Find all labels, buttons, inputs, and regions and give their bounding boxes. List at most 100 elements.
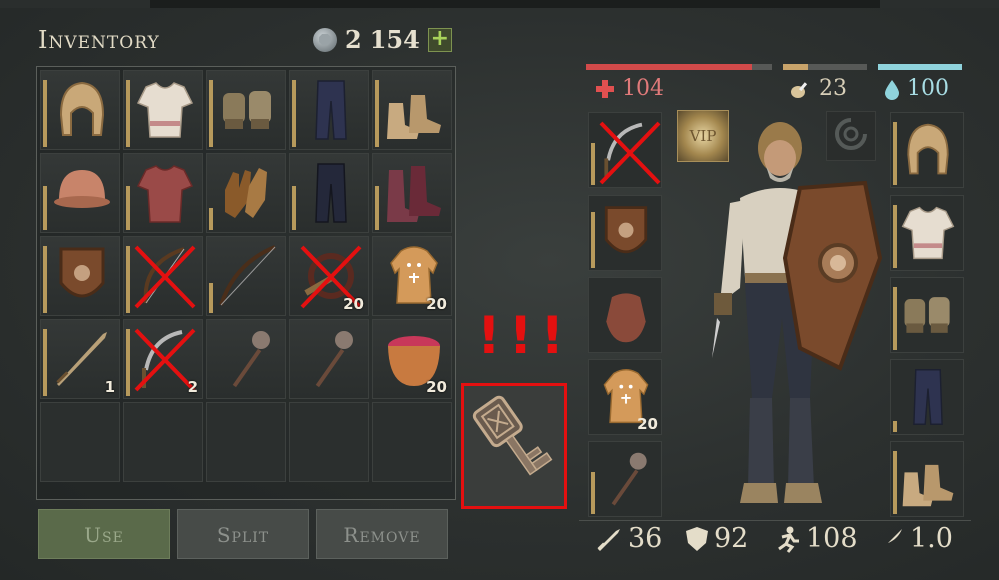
- empty-slot[interactable]: [123, 402, 203, 482]
- durability-bar: [43, 329, 47, 396]
- pouch-icon: [606, 293, 646, 343]
- inventory-slot[interactable]: [123, 236, 203, 316]
- water-drop-icon: [885, 79, 899, 100]
- shield-prop: [782, 180, 883, 371]
- inventory-slot[interactable]: [206, 153, 286, 233]
- shield-icon: [604, 206, 648, 254]
- equipment-slot-right[interactable]: [890, 195, 964, 271]
- durability-bar: [126, 80, 130, 147]
- boots-icon: [902, 464, 954, 507]
- inventory-grid: 20 20 1 2 20: [40, 70, 452, 482]
- inventory-slot[interactable]: 20: [289, 236, 369, 316]
- water-stat: 100: [883, 76, 949, 101]
- attack-stat: 36: [594, 523, 662, 554]
- empty-slot[interactable]: [206, 402, 286, 482]
- inventory-slot[interactable]: [123, 70, 203, 150]
- durability-bar: [292, 186, 296, 230]
- mace-icon: [232, 331, 270, 388]
- hood-icon: [907, 123, 949, 175]
- pants-icon: [315, 80, 347, 140]
- inventory-slot[interactable]: [206, 319, 286, 399]
- equipment-slot-left[interactable]: [588, 195, 662, 271]
- attack-value: 36: [628, 523, 663, 554]
- longbow-icon: [219, 245, 276, 306]
- equipment-slot-left[interactable]: 20: [588, 359, 662, 435]
- item-count: 20: [637, 415, 658, 433]
- durability-bar: [43, 186, 47, 230]
- durability-bar: [375, 186, 379, 230]
- inventory-slot[interactable]: 2: [123, 319, 203, 399]
- equipment-slot-right[interactable]: [890, 112, 964, 188]
- durability-bar: [292, 80, 296, 147]
- red-boots-icon: [387, 166, 441, 222]
- equipment-slot-right[interactable]: [890, 277, 964, 353]
- inventory-slot[interactable]: 20: [372, 236, 452, 316]
- water-bar-fill: [878, 64, 962, 70]
- item-count: 1: [104, 378, 115, 396]
- inventory-slot[interactable]: [40, 153, 120, 233]
- equipment-slot-right[interactable]: [890, 441, 964, 517]
- inventory-slot[interactable]: [40, 236, 120, 316]
- inventory-slot[interactable]: [289, 319, 369, 399]
- item-count: 2: [187, 378, 198, 396]
- pants-icon: [913, 369, 943, 425]
- leather-gloves-icon: [225, 168, 267, 218]
- inventory-slot[interactable]: [123, 153, 203, 233]
- mace-icon: [315, 331, 353, 388]
- inventory-slot[interactable]: [372, 70, 452, 150]
- shirt-icon: [136, 82, 194, 138]
- feather-icon: [880, 528, 902, 551]
- durability-bar: [43, 246, 47, 313]
- empty-slot[interactable]: [289, 402, 369, 482]
- remove-button[interactable]: Remove: [316, 509, 448, 559]
- water-bar: [878, 64, 962, 70]
- weight-stat: 1.0: [876, 523, 953, 554]
- inventory-slot[interactable]: 20: [372, 319, 452, 399]
- running-man-icon: [778, 526, 799, 553]
- durability-bar: [209, 80, 213, 147]
- drumstick-icon: [791, 81, 808, 98]
- durability-bar: [375, 80, 379, 147]
- use-button[interactable]: Use: [38, 509, 170, 559]
- alert-marks: !!!: [477, 306, 573, 366]
- empty-slot[interactable]: [40, 402, 120, 482]
- inventory-title: Inventory: [38, 26, 160, 54]
- key-icon: [472, 395, 553, 476]
- dark-pants-icon: [315, 163, 347, 223]
- sword-attack-icon: [597, 528, 620, 551]
- hood-icon: [59, 81, 105, 136]
- health-cross-icon: [596, 79, 614, 98]
- water-value: 100: [907, 76, 949, 101]
- currency-a: 2: [345, 25, 362, 54]
- mace-icon: [611, 452, 647, 506]
- durability-bar: [209, 283, 213, 313]
- add-currency-button[interactable]: +: [427, 27, 452, 52]
- top-strip-dark: [150, 0, 880, 8]
- item-count: 20: [426, 295, 447, 313]
- equipment-slot-right[interactable]: [890, 359, 964, 435]
- character-model: [712, 122, 883, 503]
- speed-value: 108: [806, 523, 858, 554]
- currency-display: 2 154 +: [313, 25, 452, 54]
- inventory-slot[interactable]: [206, 70, 286, 150]
- equipment-slot-left[interactable]: [588, 112, 662, 188]
- inventory-slot[interactable]: [40, 70, 120, 150]
- equipment-slot-left[interactable]: [588, 277, 662, 353]
- durability-bar: [43, 80, 47, 147]
- empty-slot[interactable]: [372, 402, 452, 482]
- food-bar-fill: [783, 64, 809, 70]
- weight-value: 1.0: [910, 523, 953, 554]
- durability-bar: [126, 186, 130, 230]
- defense-value: 92: [714, 523, 749, 554]
- highlighted-item-slot[interactable]: [461, 383, 567, 509]
- inventory-slot[interactable]: [289, 153, 369, 233]
- equipment-slot-left[interactable]: [588, 441, 662, 517]
- currency-b: 154: [369, 25, 420, 54]
- health-bar: [586, 64, 772, 70]
- inventory-slot[interactable]: [206, 236, 286, 316]
- inventory-slot[interactable]: [372, 153, 452, 233]
- speed-stat: 108: [772, 523, 858, 554]
- inventory-slot[interactable]: [289, 70, 369, 150]
- split-button[interactable]: Split: [177, 509, 309, 559]
- inventory-slot[interactable]: 1: [40, 319, 120, 399]
